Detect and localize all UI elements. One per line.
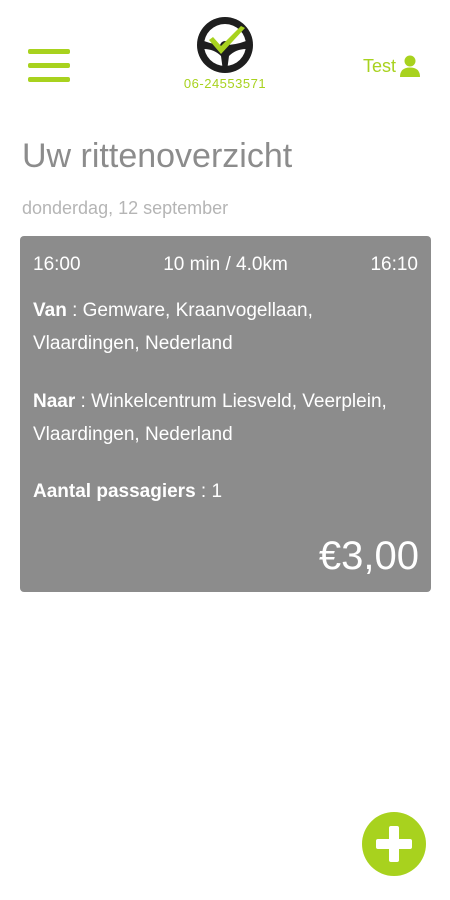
app-header: 06-24553571 Test	[0, 0, 450, 100]
user-name: Test	[362, 55, 396, 76]
user-account-link[interactable]: Test	[363, 55, 420, 77]
ride-times: 16:00 10 min / 4.0km 16:10	[33, 254, 418, 278]
user-icon	[400, 55, 420, 77]
from-label: Van	[33, 300, 67, 321]
to-address: Winkelcentrum Liesveld, Veerplein, Vlaar…	[33, 391, 387, 445]
duration-distance: 10 min / 4.0km	[163, 254, 288, 275]
add-ride-button[interactable]	[362, 812, 426, 876]
ride-card[interactable]: 16:00 10 min / 4.0km 16:10 Van : Gemware…	[20, 236, 431, 592]
from-row: Van : Gemware, Kraanvogellaan, Vlaarding…	[33, 300, 313, 354]
phone-number[interactable]: 06-24553571	[170, 76, 280, 91]
to-label: Naar	[33, 391, 76, 412]
from-address: Gemware, Kraanvogellaan, Vlaardingen, Ne…	[33, 300, 313, 354]
ride-price: €3,00	[318, 534, 419, 578]
steering-wheel-icon	[197, 17, 253, 73]
passengers-label: Aantal passagiers	[33, 481, 196, 502]
menu-button[interactable]	[28, 47, 70, 85]
end-time: 16:10	[370, 254, 418, 275]
passengers-count: 1	[211, 481, 223, 502]
page-title: Uw rittenoverzicht	[22, 137, 293, 175]
to-row: Naar : Winkelcentrum Liesveld, Veerplein…	[33, 391, 387, 445]
passengers-row: Aantal passagiers : 1	[33, 481, 223, 502]
app-logo: 06-24553571	[170, 16, 280, 91]
date-label: donderdag, 12 september	[22, 198, 229, 218]
